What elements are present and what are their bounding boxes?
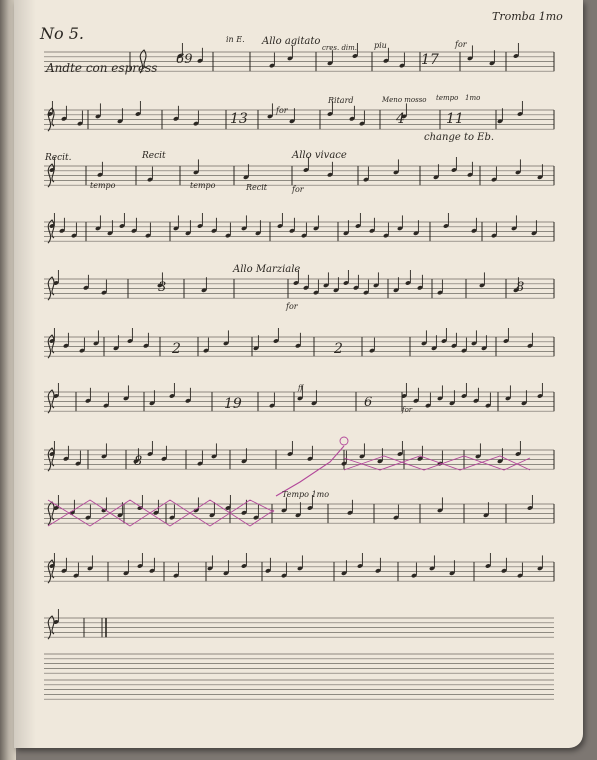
annotation-text: in E. [226,35,245,44]
annotation-text: for [401,406,413,414]
annotation-text: 17 [421,52,439,68]
annotation-text: Allo Marziale [232,264,300,275]
annotation-text: cres. dim. [322,44,357,52]
annotation-text: 11 [446,111,464,127]
annotation-text: 8 [516,280,524,295]
annotation-text: tempo [90,181,116,190]
annotation-text: for [291,185,305,194]
annotation-text: 8 [134,454,142,469]
score-stage: No 5. Tromba 1mo Andte con espress 69 in… [0,0,597,760]
annotation-text: 2 [333,341,343,357]
annotation-text: for [454,40,468,49]
annotation-text: Recit. [44,153,72,163]
annotation-text: change to Eb. [424,132,494,143]
annotation-text: Recit [141,151,166,161]
annotation-text: for [285,302,299,311]
annotation-text: 19 [224,396,242,412]
annotation-text: Allo agitato [261,36,320,47]
annotation-text: Andte con espress [45,61,157,75]
annotation-text: 69 [176,52,193,67]
annotation-text: 6 [364,395,372,410]
annotation-text: 1mo [465,94,480,102]
annotation-text: 13 [230,111,248,127]
annotation-text: Meno mosso [381,96,427,104]
annotation-text: 3 [158,280,166,295]
music-notation: Andte con espress 69 in E. Allo agitato … [44,35,555,700]
annotation-text: tempo [190,181,216,190]
annotations: Andte con espress 69 in E. Allo agitato … [44,35,524,499]
annotation-text: Tempo 1mo [282,490,329,499]
annotation-text: Allo vivace [291,150,347,161]
annotation-text: tempo [436,94,458,102]
correction-arrow [275,445,345,497]
annotation-text: ff [297,384,304,392]
annotation-text: 2 [171,341,181,357]
annotation-text: for [275,106,289,115]
annotation-text: Ritard [327,96,354,105]
annotation-text: piu [374,41,387,50]
annotation-text: Recit [245,183,268,192]
annotation-text: 4 [395,111,405,127]
correction-circle [339,436,349,446]
